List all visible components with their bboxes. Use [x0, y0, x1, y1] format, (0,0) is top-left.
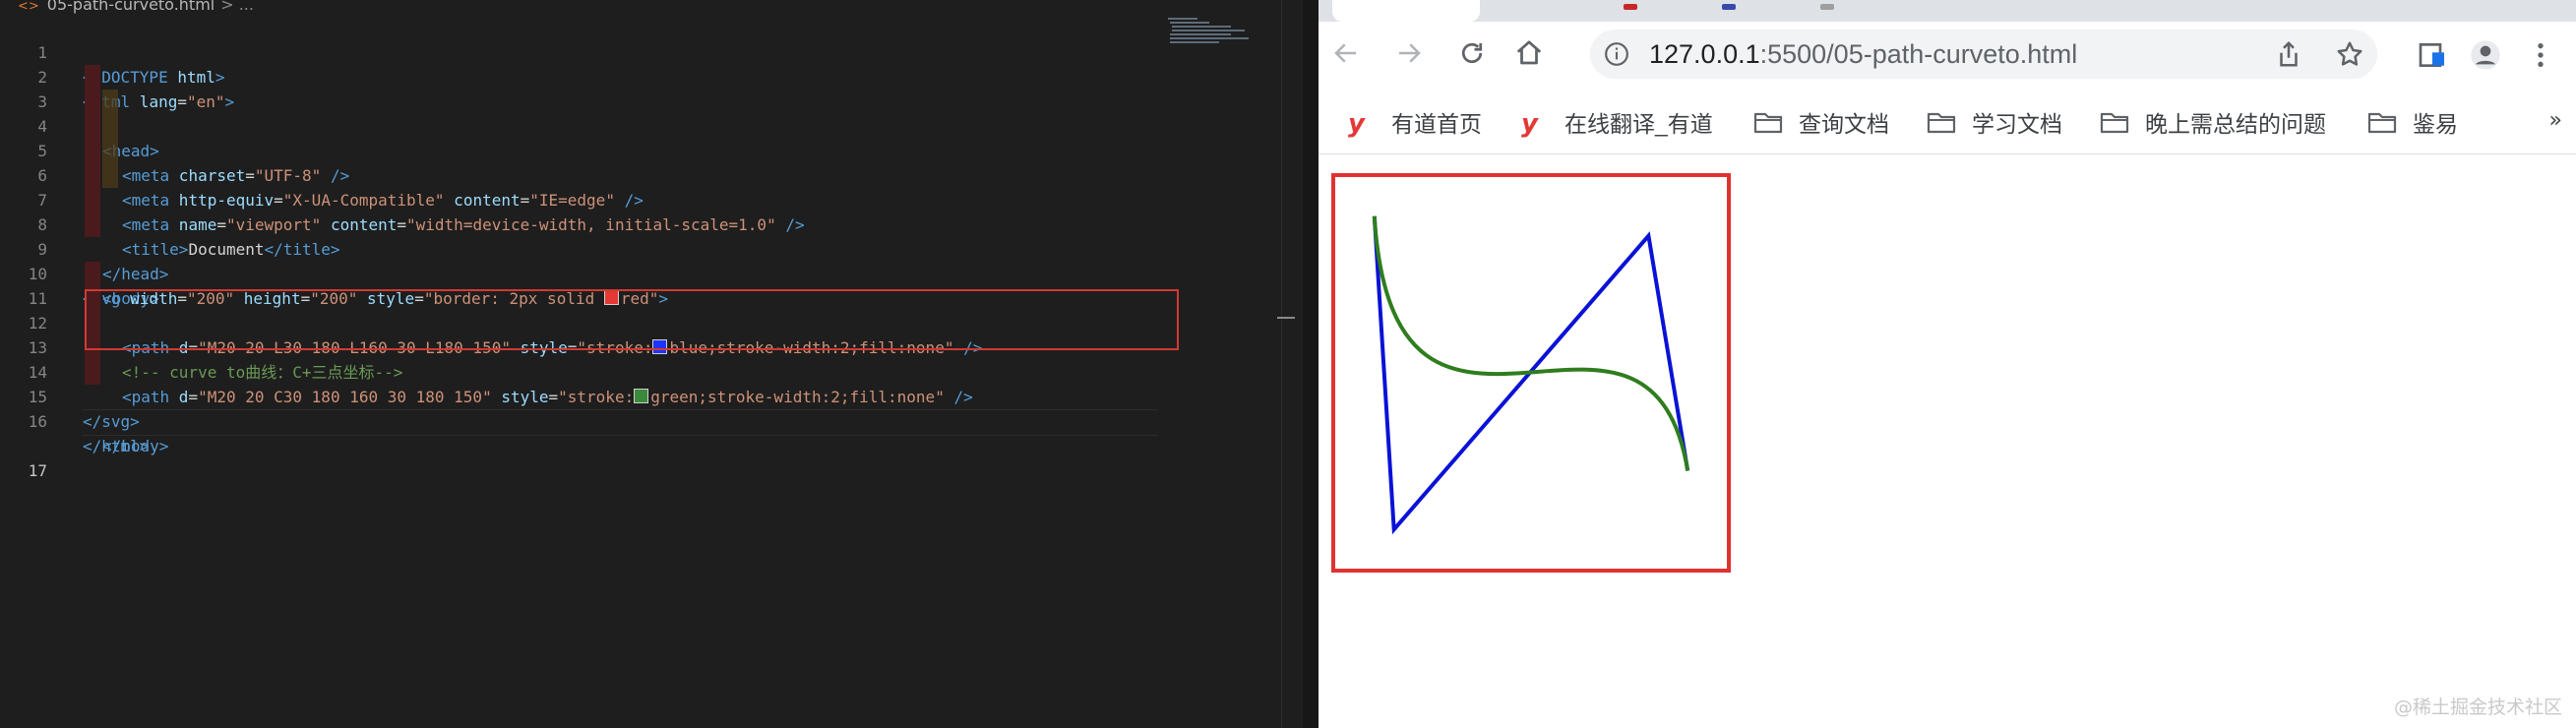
bookmark-star-icon[interactable]	[2335, 39, 2364, 69]
bookmark-label: 学习文档	[1972, 111, 2062, 137]
indent-guide	[85, 65, 100, 90]
page-viewport[interactable]: @稀土掘金技术社区	[1319, 154, 2576, 728]
indent-guide	[102, 114, 118, 139]
code-line[interactable]: 15 </body>	[0, 360, 1303, 455]
site-info-icon[interactable]	[1604, 41, 1629, 67]
minimap-line	[1170, 22, 1209, 24]
indent-guide	[85, 188, 100, 212]
home-button[interactable]	[1511, 35, 1547, 71]
indent-guide	[102, 163, 118, 188]
minimap-line	[1170, 41, 1219, 43]
address-bar[interactable]: 127.0.0.1:5500/05-path-curveto.html	[1590, 30, 2377, 79]
code-line[interactable]: 2 <html lang="en">	[0, 40, 1303, 111]
minimap-line	[1170, 33, 1231, 35]
minimap-line	[1172, 26, 1231, 28]
youdao-icon: y	[1348, 109, 1365, 139]
breadcrumb-file[interactable]: 05-path-curveto.html	[47, 0, 215, 14]
code-line[interactable]: 8 </head>	[0, 188, 1303, 283]
tab-strip[interactable]	[1319, 0, 2576, 22]
indent-guide	[102, 90, 118, 114]
share-icon[interactable]	[2274, 39, 2303, 69]
code-line[interactable]: 4 <meta charset="UTF-8" />	[0, 90, 1303, 185]
html-file-icon: <>	[18, 0, 39, 14]
tab-favicon[interactable]	[1722, 4, 1736, 10]
more-bookmarks-button[interactable]: »	[2549, 108, 2562, 133]
watermark: @稀土掘金技术社区	[2393, 697, 2562, 718]
url-host: 127.0.0.1	[1649, 39, 1760, 69]
bookmark-folder-query-docs[interactable]: 查询文档	[1753, 106, 1889, 138]
demo-svg-canvas	[1331, 173, 1731, 573]
indent-guide	[85, 262, 100, 286]
code-line[interactable]: 6 <meta name="viewport" content="width=d…	[0, 139, 1303, 234]
code-line[interactable]: 16 </html>	[0, 385, 1303, 455]
indent-guide	[85, 139, 100, 163]
indent-guide	[85, 90, 100, 114]
forward-arrow-icon	[1399, 43, 1421, 63]
code-line[interactable]: 9 <body>	[0, 212, 1303, 308]
home-icon	[1516, 40, 1542, 65]
code-line[interactable]: 3 <head>	[0, 65, 1303, 160]
forward-button[interactable]	[1391, 35, 1427, 71]
code-line[interactable]: 7 <title>Document</title>	[0, 163, 1303, 259]
extensions-icon[interactable]	[2417, 39, 2448, 71]
indent-guide	[102, 139, 118, 163]
code-line-active[interactable]: 17	[0, 409, 1303, 480]
tag-token: </html>	[83, 437, 150, 455]
reload-icon	[1461, 42, 1483, 64]
breadcrumb[interactable]: <> 05-path-curveto.html > ...	[0, 0, 260, 14]
active-tab[interactable]	[1332, 0, 1480, 22]
tab-favicon[interactable]	[1624, 4, 1637, 10]
annotation-highlight-box	[85, 289, 1179, 350]
url-text[interactable]: 127.0.0.1:5500/05-path-curveto.html	[1649, 39, 2077, 69]
minimap-line	[1168, 18, 1197, 20]
bookmark-youdao-translate[interactable]: y 在线翻译_有道	[1521, 106, 1713, 139]
current-line-highlight	[83, 409, 1157, 436]
vertical-scrollbar[interactable]	[1281, 0, 1303, 728]
code-line[interactable]: 5 <meta http-equiv="X-UA-Compatible" con…	[0, 114, 1303, 210]
back-button[interactable]	[1328, 35, 1364, 71]
code-line[interactable]: 1 <!DOCTYPE html>	[0, 16, 1303, 87]
folder-icon	[1753, 112, 1783, 134]
reload-button[interactable]	[1454, 35, 1490, 71]
more-menu-icon[interactable]	[2525, 39, 2556, 71]
indent-guide	[85, 360, 100, 385]
bookmark-label: 晚上需总结的问题	[2145, 111, 2326, 137]
bookmark-folder-study-docs[interactable]: 学习文档	[1927, 106, 2062, 138]
bookmark-label: 查询文档	[1799, 111, 1889, 137]
folder-icon	[1927, 112, 1956, 134]
indent-guide	[85, 212, 100, 237]
browser-window[interactable]: 127.0.0.1:5500/05-path-curveto.html y 有道…	[1319, 0, 2576, 728]
bookmarks-bar[interactable]: y 有道首页 y 在线翻译_有道 查询文档 学习文档 晚上需总结的问题 鉴易 »	[1319, 96, 2576, 154]
tab-favicon[interactable]	[1820, 4, 1834, 10]
bookmark-folder-evening-questions[interactable]: 晚上需总结的问题	[2100, 106, 2326, 138]
minimap-line	[1170, 37, 1249, 39]
url-path: :5500/05-path-curveto.html	[1759, 39, 2078, 69]
bookmark-label: 有道首页	[1391, 111, 1482, 137]
indent-guide	[85, 114, 100, 139]
bookmark-label: 鉴易	[2413, 111, 2458, 137]
indent-guide	[85, 163, 100, 188]
bookmark-label: 在线翻译_有道	[1564, 111, 1713, 137]
code-area[interactable]: 1 <!DOCTYPE html> 2 <html lang="en"> 3 <…	[0, 16, 1303, 480]
line-number: 17	[28, 461, 47, 480]
folder-icon	[2367, 112, 2397, 134]
bookmark-folder-jianyi[interactable]: 鉴易	[2367, 106, 2458, 138]
code-line[interactable]: 10 <svg width="200" height="200" style="…	[0, 237, 1303, 308]
breadcrumb-trail[interactable]: > ...	[220, 0, 254, 14]
minimap[interactable]	[1164, 16, 1272, 49]
browser-toolbar[interactable]: 127.0.0.1:5500/05-path-curveto.html	[1319, 22, 2576, 96]
code-editor[interactable]: <> 05-path-curveto.html > ... 1 <!DOCTYPE …	[0, 0, 1303, 728]
profile-avatar-icon[interactable]	[2470, 39, 2501, 71]
bookmark-youdao-home[interactable]: y 有道首页	[1348, 106, 1482, 139]
back-arrow-icon	[1334, 43, 1356, 63]
window-divider	[1303, 0, 1319, 728]
youdao-icon: y	[1521, 109, 1538, 139]
folder-icon	[2100, 112, 2129, 134]
minimap-line	[1172, 30, 1245, 31]
code-line[interactable]: 11 <path d="M20 20 L30 180 L160 30 L180 …	[0, 262, 1303, 357]
scrollbar-marker	[1277, 317, 1295, 319]
